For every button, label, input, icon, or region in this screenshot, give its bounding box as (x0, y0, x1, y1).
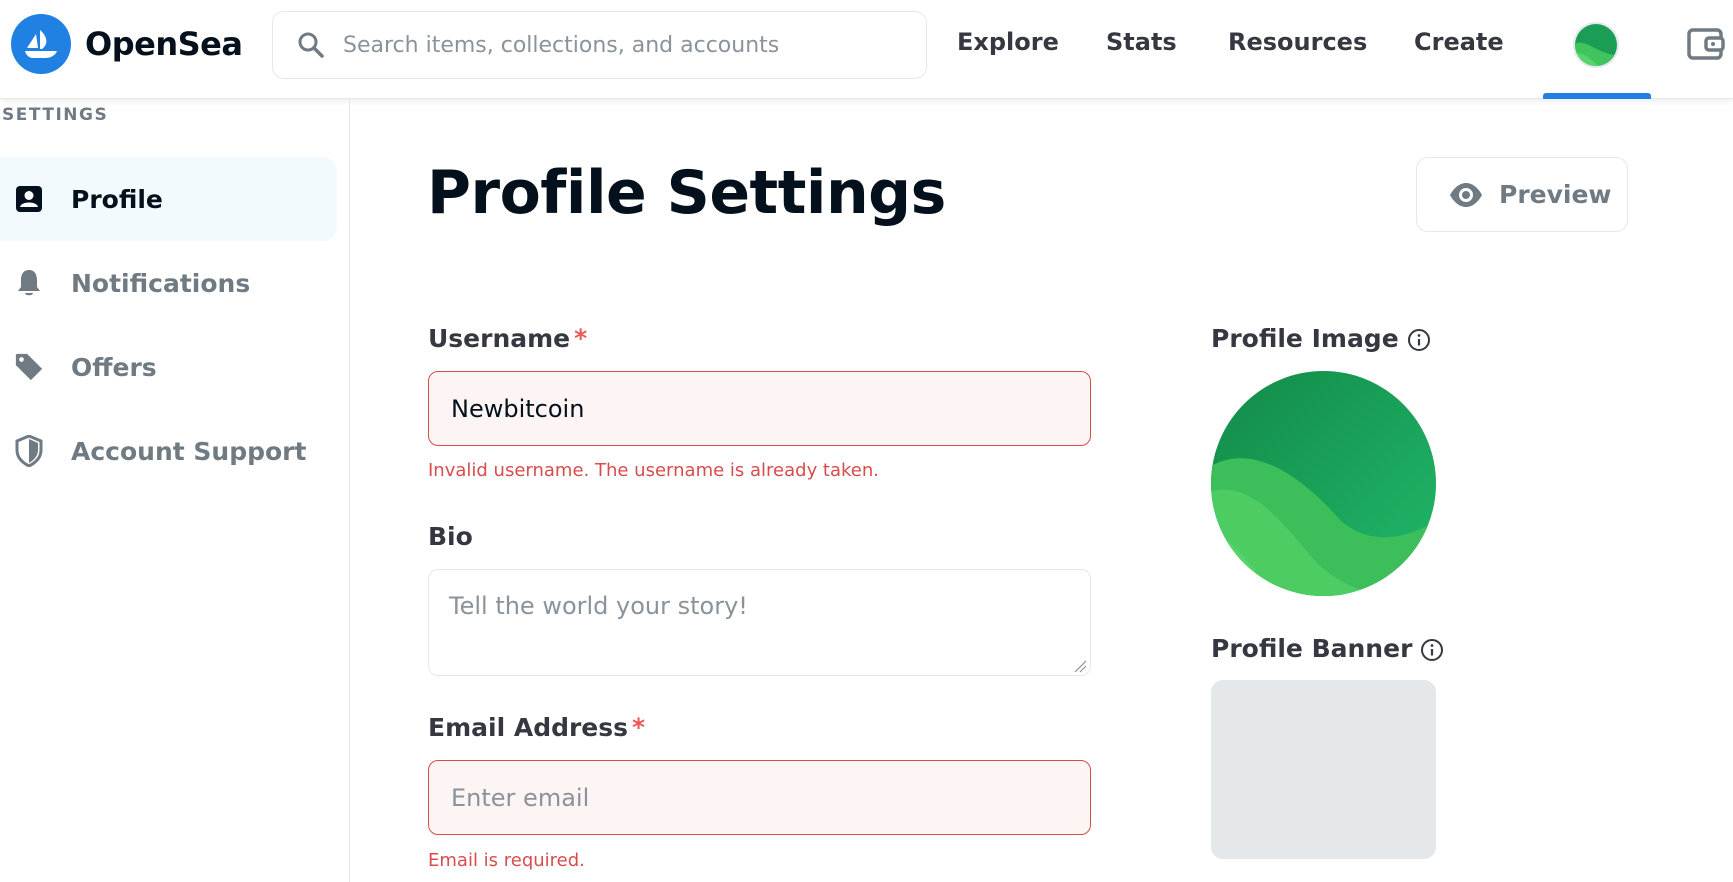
sidebar-item-label: Offers (71, 352, 157, 382)
shield-icon (14, 435, 44, 467)
sidebar-heading: SETTINGS (2, 105, 109, 125)
sidebar-item-notifications[interactable]: Notifications (0, 241, 337, 325)
profile-image-label: Profile Image (1211, 324, 1431, 353)
username-field[interactable] (428, 371, 1091, 446)
info-icon[interactable] (1420, 638, 1444, 662)
top-navigation-bar: OpenSea Explore Stats Resources Create (0, 0, 1733, 99)
profile-icon (14, 184, 44, 214)
profile-banner-label-text: Profile Banner (1211, 634, 1413, 663)
opensea-logo[interactable]: OpenSea (11, 14, 243, 74)
nav-create[interactable]: Create (1414, 28, 1504, 56)
username-input[interactable] (451, 394, 1071, 423)
email-label: Email Address * (428, 713, 645, 742)
profile-image-upload[interactable] (1211, 371, 1436, 596)
bell-icon (14, 268, 44, 298)
email-field[interactable] (428, 760, 1091, 835)
bio-textarea[interactable] (429, 570, 1090, 675)
tag-icon (14, 352, 44, 382)
profile-banner-label: Profile Banner (1211, 634, 1444, 663)
profile-image-label-text: Profile Image (1211, 324, 1399, 353)
search-bar[interactable] (272, 11, 927, 79)
required-mark: * (632, 713, 646, 742)
settings-sidebar: SETTINGS Profile Notifications Offers Ac… (0, 99, 350, 882)
sidebar-item-label: Notifications (71, 268, 251, 298)
sidebar-item-offers[interactable]: Offers (0, 325, 337, 409)
nav-stats[interactable]: Stats (1106, 28, 1177, 56)
nav-resources[interactable]: Resources (1228, 28, 1367, 56)
bio-label: Bio (428, 522, 473, 551)
username-error: Invalid username. The username is alread… (428, 460, 880, 481)
wallet-icon[interactable] (1686, 24, 1726, 64)
sidebar-item-label: Profile (71, 184, 163, 214)
preview-button[interactable]: Preview (1416, 157, 1628, 232)
resize-handle-icon[interactable] (1073, 658, 1087, 673)
active-nav-indicator (1543, 93, 1651, 99)
email-label-text: Email Address (428, 713, 629, 742)
sidebar-item-label: Account Support (71, 436, 307, 466)
nav-explore[interactable]: Explore (957, 28, 1059, 56)
sidebar-item-profile[interactable]: Profile (0, 157, 337, 241)
info-icon[interactable] (1407, 328, 1431, 352)
brand-name: OpenSea (85, 25, 243, 63)
email-error: Email is required. (428, 850, 585, 871)
eye-icon (1449, 178, 1483, 212)
username-label-text: Username (428, 324, 571, 353)
profile-banner-upload[interactable] (1211, 680, 1436, 859)
email-input[interactable] (451, 783, 1071, 812)
opensea-logo-icon (11, 14, 71, 74)
sidebar-item-account-support[interactable]: Account Support (0, 409, 337, 493)
account-avatar[interactable] (1573, 22, 1619, 68)
page-title: Profile Settings (427, 158, 946, 228)
search-icon (295, 29, 327, 61)
preview-button-label: Preview (1499, 180, 1612, 209)
username-label: Username * (428, 324, 587, 353)
search-input[interactable] (343, 32, 923, 58)
required-mark: * (574, 324, 588, 353)
bio-field[interactable] (428, 569, 1091, 676)
